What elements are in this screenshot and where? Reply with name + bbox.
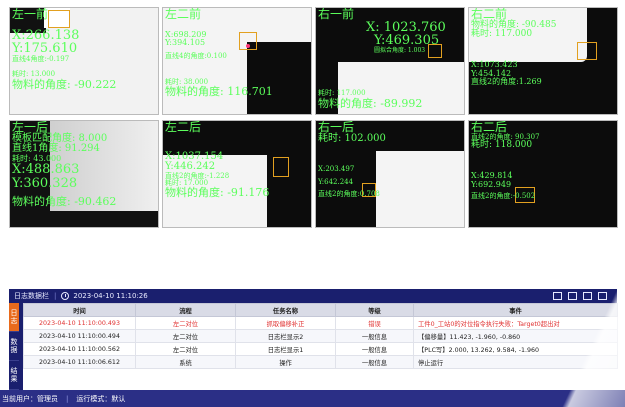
cell-event: 【PLC写】2.000, 13.262, 9.584, -1.960 [413,342,618,356]
elapsed-time: 耗时: 118.000 [471,139,533,150]
log-header-bar: 日志数据栏 | 2023-04-10 11:10:26 [9,289,617,303]
camera-view-right2-front[interactable]: 右二前 物料的角度: -90.485 耗时: 117.000 X:1073.42… [468,7,618,115]
coord-y: Y:394.105 [165,37,206,47]
log-side-tabs: 日志 数据 结果 [9,303,23,390]
cell-event: 工件0_工站0的对位指令执行失败：Target0超出对 [413,316,618,330]
camera-view-right1-front[interactable]: 右一前 X: 1023.760 Y:469.305 圆拟合角度: 1.003 耗… [315,7,465,115]
coord-y: Y:175.610 [12,41,78,57]
camera-grid: 左一前 X:266.138 Y:175.610 直线4角度:-0.197 耗时:… [9,7,618,231]
cell-task: 日志栏显示2 [235,329,336,343]
cell-level: 一般信息 [335,329,414,343]
cell-level: 错误 [335,316,414,330]
log-panel: 日志数据栏 | 2023-04-10 11:10:26 日志 数据 结果 时间 … [9,289,618,390]
line-angle: 直线2的角度:1.269 [471,77,542,87]
camera-title: 右二前 [471,7,508,21]
table-header-row: 时间 流程 任务名称 等级 事件 [23,303,618,317]
cell-flow: 系统 [135,355,236,369]
save-icon[interactable] [568,292,577,300]
material-angle: 物料的角度: -91.176 [165,186,270,200]
material-angle: 物料的角度: -89.992 [318,96,423,110]
material-angle: 物料的角度: -90.462 [12,195,117,209]
line-angle: 直线2的角度:-0.502 [471,192,536,201]
camera-title: 左二后 [165,120,202,134]
column-header-flow[interactable]: 流程 [135,303,236,317]
cell-event: 【偏移量】11.423, -1.960, -0.860 [413,329,618,343]
run-mode: 运行模式：默认 [76,394,126,403]
camera-view-left2-front[interactable]: 左二前 X:698.209 Y:394.105 直线4的角度:0.100 耗时:… [162,7,312,115]
camera-title: 左一前 [12,7,49,21]
table-row[interactable]: 2023-04-10 11:10:00.493 左二对位 抓取偏移补正 错误 工… [23,316,618,330]
coord-x: X:266.138 [12,27,80,43]
line-angle: 直线2的角度:0.708 [318,189,380,198]
column-header-time[interactable]: 时间 [23,303,136,317]
line-angle: 直线4的角度:0.100 [165,52,227,61]
cell-time: 2023-04-10 11:10:00.494 [23,329,136,343]
material-angle: 物料的角度: -90.222 [12,77,117,91]
coord-y: Y:469.305 [374,33,440,49]
column-header-level[interactable]: 等级 [335,303,414,317]
camera-view-left1-rear[interactable]: 左一后 模板匹配角度: 8.000 直线1角度: 91.294 耗时: 43.0… [9,120,159,228]
column-header-event[interactable]: 事件 [413,303,618,317]
log-date: 2023-04-10 11:10:26 [73,292,148,300]
coord-x: X:203.497 [318,165,355,174]
coord-y: Y:642.244 [318,178,354,187]
status-bar: 当前用户：管理员 | 运行模式：默认 [0,390,625,407]
cell-level: 一般信息 [335,342,414,356]
log-table: 时间 流程 任务名称 等级 事件 2023-04-10 11:10:00.493… [23,303,618,369]
camera-view-left1-front[interactable]: 左一前 X:266.138 Y:175.610 直线4角度:-0.197 耗时:… [9,7,159,115]
elapsed-time: 耗时: 102.000 [318,132,386,144]
circle-angle: 圆拟合角度: 1.003 [374,46,426,54]
line-angle: 直线4角度:-0.197 [12,54,70,63]
coord-x: X:488.863 [12,161,80,177]
camera-title: 右一后 [318,120,355,134]
coord-y: Y:692.949 [471,179,512,189]
camera-view-right2-rear[interactable]: 右二后 直线2的角度: 90.307 耗时: 118.000 X:429.814… [468,120,618,228]
cell-time: 2023-04-10 11:10:00.493 [23,316,136,330]
table-row[interactable]: 2023-04-10 11:10:00.494 左二对位 日志栏显示2 一般信息… [23,329,618,343]
log-toolbar [553,292,617,300]
cell-flow: 左二对位 [135,329,236,343]
camera-title: 左一后 [12,120,49,134]
cell-flow: 左二对位 [135,316,236,330]
tab-log[interactable]: 日志 [9,303,19,332]
column-header-task[interactable]: 任务名称 [235,303,336,317]
cell-event: 停止运行 [413,355,618,369]
cell-time: 2023-04-10 11:10:06.612 [23,355,136,369]
cell-task: 日志栏显示1 [235,342,336,356]
cell-task: 抓取偏移补正 [235,316,336,330]
coord-y: Y:360.328 [12,175,78,191]
camera-title: 右二后 [471,120,508,134]
camera-title: 右一前 [318,7,355,21]
coord-x: X: 1023.760 [366,19,446,35]
material-angle: 物料的角度: 116.701 [165,85,273,99]
camera-title: 左二前 [165,7,202,21]
cell-level: 一般信息 [335,355,414,369]
monitor-icon[interactable] [598,292,607,300]
camera-view-left2-rear[interactable]: 左二后 X:1037.154 Y:446.242 直线2的角度:-1.228 耗… [162,120,312,228]
cell-task: 操作 [235,355,336,369]
export-icon[interactable] [553,292,562,300]
cell-flow: 左二对位 [135,342,236,356]
tab-data[interactable]: 数据 [9,332,19,361]
chart-icon[interactable] [583,292,592,300]
cell-time: 2023-04-10 11:10:00.562 [23,342,136,356]
elapsed-time: 耗时: 117.000 [471,29,533,40]
current-user: 当前用户：管理员 [2,394,58,403]
log-panel-title: 日志数据栏 [14,292,49,300]
camera-view-right1-rear[interactable]: 右一后 耗时: 102.000 X:203.497 Y:642.244 直线2的… [315,120,465,228]
tab-result[interactable]: 结果 [9,361,19,390]
table-row[interactable]: 2023-04-10 11:10:00.562 左二对位 日志栏显示1 一般信息… [23,342,618,356]
clock-icon [61,292,70,300]
table-row[interactable]: 2023-04-10 11:10:06.612 系统 操作 一般信息 停止运行 [23,355,618,369]
